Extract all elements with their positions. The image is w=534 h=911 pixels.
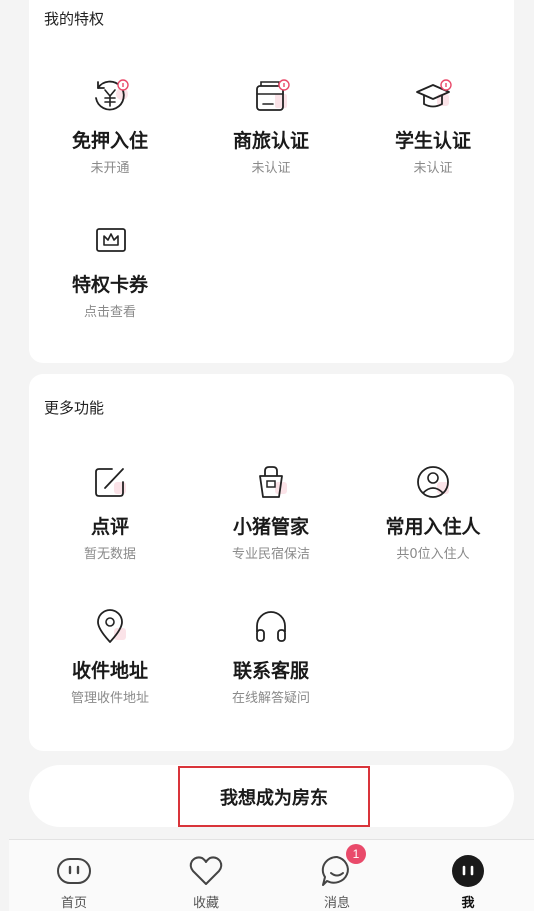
more-features-card: 更多功能 点评 暂无数据 小猪管家 专业民宿保洁 常用入住人 共0位入住人 收件… (29, 374, 514, 751)
business-card-icon (251, 76, 291, 116)
shipping-address-label: 收件地址 (71, 660, 148, 682)
pig-housekeeper-item[interactable]: 小猪管家 专业民宿保洁 (191, 462, 351, 562)
location-pin-icon (90, 606, 130, 646)
yuan-refresh-icon (90, 76, 130, 116)
deposit-free-status: 未开通 (90, 161, 130, 176)
deposit-free-label: 免押入住 (71, 130, 148, 152)
business-travel-label: 商旅认证 (232, 130, 309, 152)
frequent-guests-label: 常用入住人 (385, 516, 481, 538)
tab-favorites-label: 收藏 (192, 896, 219, 911)
tab-favorites[interactable]: 收藏 (141, 840, 271, 911)
chat-bubble-icon: 1 (318, 844, 366, 890)
customer-service-desc: 在线解答疑问 (231, 691, 310, 706)
bottom-tab-bar: 首页 收藏 1 消息 我 (9, 839, 534, 911)
deposit-free-item[interactable]: 免押入住 未开通 (30, 76, 190, 176)
business-travel-item[interactable]: 商旅认证 未认证 (191, 76, 351, 176)
reviews-label: 点评 (90, 516, 129, 538)
more-features-title: 更多功能 (44, 399, 105, 417)
frequent-guests-item[interactable]: 常用入住人 共0位入住人 (353, 462, 513, 562)
customer-service-label: 联系客服 (232, 660, 309, 682)
shipping-address-desc: 管理收件地址 (70, 691, 149, 706)
frequent-guests-count: 共0位入住人 (396, 547, 470, 562)
home-face-icon (55, 852, 93, 890)
privilege-coupons-label: 特权卡券 (71, 274, 148, 296)
crown-card-icon (90, 220, 130, 260)
shipping-address-item[interactable]: 收件地址 管理收件地址 (30, 606, 190, 706)
user-circle-icon (413, 462, 453, 502)
message-count-badge: 1 (346, 844, 366, 864)
student-verify-status: 未认证 (413, 161, 453, 176)
business-travel-status: 未认证 (251, 161, 291, 176)
privileges-card: 我的特权 免押入住 未开通 商旅认证 未认证 学生认证 未认证 特权卡券 点击查… (29, 0, 514, 363)
privilege-coupons-item[interactable]: 特权卡券 点击查看 (30, 220, 190, 320)
become-host-button[interactable]: 我想成为房东 (178, 766, 370, 827)
tab-messages[interactable]: 1 消息 (272, 840, 402, 911)
pig-housekeeper-label: 小猪管家 (232, 516, 309, 538)
tab-me[interactable]: 我 (403, 840, 533, 911)
headphones-icon (251, 606, 291, 646)
graduation-cap-icon (413, 76, 453, 116)
customer-service-item[interactable]: 联系客服 在线解答疑问 (191, 606, 351, 706)
privilege-coupons-status: 点击查看 (83, 305, 136, 320)
cleaning-bucket-icon (251, 462, 291, 502)
reviews-status: 暂无数据 (83, 547, 136, 562)
heart-icon (187, 852, 225, 890)
reviews-item[interactable]: 点评 暂无数据 (30, 462, 190, 562)
student-verify-label: 学生认证 (394, 130, 471, 152)
edit-icon (90, 462, 130, 502)
pig-housekeeper-desc: 专业民宿保洁 (231, 547, 310, 562)
tab-home[interactable]: 首页 (9, 840, 139, 911)
me-face-icon (449, 852, 487, 890)
tab-messages-label: 消息 (323, 896, 350, 911)
tab-me-label: 我 (461, 896, 475, 911)
student-verify-item[interactable]: 学生认证 未认证 (353, 76, 513, 176)
privileges-title: 我的特权 (44, 10, 105, 28)
tab-home-label: 首页 (60, 896, 87, 911)
become-host-container: 我想成为房东 (29, 765, 514, 827)
